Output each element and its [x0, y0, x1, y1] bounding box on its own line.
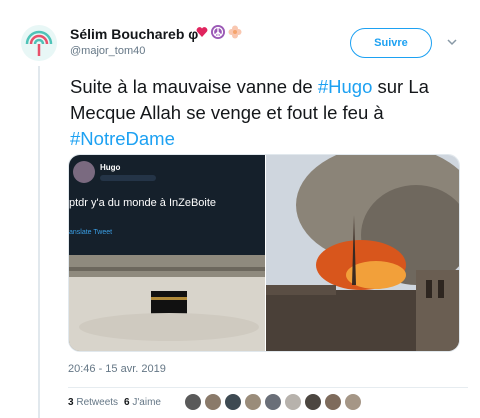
chevron-down-icon[interactable]: [446, 36, 458, 48]
liker-avatar[interactable]: [184, 393, 202, 411]
embedded-handle-blurred: [100, 175, 156, 181]
embedded-name: Hugo: [100, 163, 121, 172]
divider: [68, 387, 468, 388]
flower-icon: [228, 25, 242, 39]
tweet-timestamp[interactable]: 20:46 - 15 avr. 2019: [68, 363, 166, 375]
thread-line: [38, 66, 40, 418]
likes-count: 6: [124, 397, 130, 408]
tweet-media[interactable]: Hugo ptdr y'a du monde à InZeBoite ansla…: [68, 154, 460, 352]
likes-label: J'aime: [132, 397, 161, 408]
peace-icon: [211, 25, 225, 39]
tweet-stats: 3 Retweets 6 J'aime: [68, 397, 161, 408]
hashtag-notredame[interactable]: #NotreDame: [70, 128, 175, 149]
liker-avatar[interactable]: [324, 393, 342, 411]
tweet-text: Suite à la mauvaise vanne de #Hugo sur L…: [70, 74, 470, 152]
heart-icon: [196, 27, 208, 37]
name-emoji-group: [196, 25, 242, 39]
liker-avatar[interactable]: [284, 393, 302, 411]
notre-dame-fire-photo: [266, 155, 459, 351]
tweet-text-part: Suite à la mauvaise vanne de: [70, 76, 318, 97]
user-display-name[interactable]: Sélim Bouchareb φ: [70, 26, 198, 42]
profile-avatar[interactable]: [20, 24, 58, 62]
retweets-count: 3: [68, 397, 74, 408]
liker-avatar[interactable]: [264, 393, 282, 411]
embedded-tweet-screenshot[interactable]: Hugo ptdr y'a du monde à InZeBoite ansla…: [69, 155, 265, 351]
liker-avatar[interactable]: [304, 393, 322, 411]
follow-button[interactable]: Suivre: [350, 28, 432, 58]
liker-avatar[interactable]: [244, 393, 262, 411]
liker-avatar[interactable]: [204, 393, 222, 411]
retweets-label: Retweets: [76, 397, 119, 408]
liker-avatar[interactable]: [224, 393, 242, 411]
retweets-stat[interactable]: 3 Retweets: [68, 397, 118, 408]
embedded-translate-link: anslate Tweet: [69, 229, 113, 236]
mecca-photo: [69, 255, 265, 351]
user-handle[interactable]: @major_tom40: [70, 45, 145, 57]
likers-avatars[interactable]: [184, 393, 362, 411]
likes-stat[interactable]: 6 J'aime: [124, 397, 161, 408]
embedded-text: ptdr y'a du monde à InZeBoite: [69, 197, 217, 209]
hashtag-hugo[interactable]: #Hugo: [318, 76, 373, 97]
embedded-avatar: [73, 161, 95, 183]
liker-avatar[interactable]: [344, 393, 362, 411]
